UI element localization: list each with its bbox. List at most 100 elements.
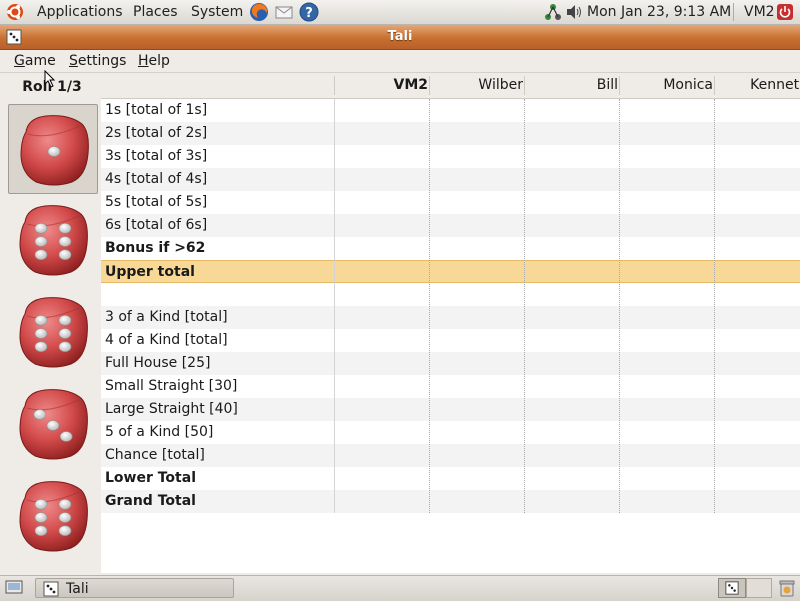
die-button-1[interactable] — [8, 104, 98, 194]
score-row-label: 4 of a Kind [total] — [105, 332, 228, 348]
score-row[interactable]: 1s [total of 1s] — [101, 99, 800, 122]
player-header-2: Wilber — [478, 77, 523, 93]
dice-panel: Roll 1/3 — [0, 73, 101, 573]
column-divider — [429, 99, 430, 513]
settings-menu[interactable]: Settings — [69, 53, 126, 69]
applications-menu[interactable]: Applications — [37, 3, 123, 21]
die-button-3[interactable] — [8, 287, 98, 377]
column-divider — [619, 99, 620, 513]
bottom-panel: Tali — [0, 575, 800, 601]
help-menu[interactable]: Help — [138, 53, 170, 69]
player-header-5: Kenneth — [750, 77, 800, 93]
score-row[interactable]: 5s [total of 5s] — [101, 191, 800, 214]
score-row-label: 4s [total of 4s] — [105, 171, 208, 187]
score-row[interactable]: 6s [total of 6s] — [101, 214, 800, 237]
workspace-1[interactable] — [718, 578, 746, 598]
score-row[interactable]: Bonus if >62 — [101, 237, 800, 260]
die-button-2[interactable] — [8, 195, 98, 285]
show-desktop-icon[interactable] — [5, 580, 23, 596]
die-1-icon — [20, 115, 89, 186]
score-row-label: 3s [total of 3s] — [105, 148, 208, 164]
power-icon[interactable] — [776, 3, 794, 21]
top-panel: Applications Places System ? Mon Jan 23,… — [0, 0, 800, 25]
score-row-label: Upper total — [105, 264, 195, 280]
header-separator — [334, 76, 335, 95]
header-separator — [524, 76, 525, 95]
svg-text:?: ? — [305, 6, 313, 21]
system-menu[interactable]: System — [191, 3, 243, 21]
scoreboard-header: VM2 Wilber Bill Monica Kenneth — [101, 73, 800, 99]
taskbar-tali-button[interactable]: Tali — [35, 578, 234, 598]
workspace-2[interactable] — [746, 578, 772, 598]
trash-icon[interactable] — [777, 578, 797, 598]
die-6-icon — [19, 297, 88, 368]
firefox-icon[interactable] — [248, 1, 270, 23]
score-row-label: Full House [25] — [105, 355, 211, 371]
score-row-label: Grand Total — [105, 493, 196, 509]
workspace-dice-icon — [725, 581, 739, 595]
mouse-pointer-icon — [44, 70, 56, 88]
die-3-icon — [19, 389, 88, 460]
die-6-icon — [19, 205, 88, 276]
network-icon[interactable] — [543, 2, 563, 22]
score-row-label: 5 of a Kind [50] — [105, 424, 214, 440]
scoreboard-empty-area — [101, 513, 800, 573]
score-row[interactable]: 3 of a Kind [total] — [101, 306, 800, 329]
score-row[interactable]: Upper total — [101, 260, 800, 283]
score-row-label: Large Straight [40] — [105, 401, 238, 417]
score-row[interactable]: 5 of a Kind [50] — [101, 421, 800, 444]
help-menu-mnemonic: H — [138, 53, 149, 69]
score-row[interactable]: 3s [total of 3s] — [101, 145, 800, 168]
settings-menu-label: ettings — [77, 53, 127, 69]
panel-separator — [733, 3, 734, 21]
scoreboard-table: 1s [total of 1s] 2s [total of 2s] 3s [tota… — [101, 99, 800, 513]
window-titlebar[interactable]: Tali — [0, 25, 800, 50]
game-menu[interactable]: Game — [14, 53, 56, 69]
player-header-3: Bill — [596, 77, 618, 93]
game-menu-label: ame — [24, 53, 56, 69]
score-row-label: Small Straight [30] — [105, 378, 238, 394]
score-row-label: Bonus if >62 — [105, 240, 206, 256]
score-row-label: 5s [total of 5s] — [105, 194, 208, 210]
score-row[interactable]: 2s [total of 2s] — [101, 122, 800, 145]
player-header-4: Monica — [663, 77, 713, 93]
score-row[interactable]: Large Straight [40] — [101, 398, 800, 421]
score-row-label: 6s [total of 6s] — [105, 217, 208, 233]
window-title: Tali — [387, 29, 413, 44]
score-row[interactable]: Grand Total — [101, 490, 800, 513]
taskbar-dice-icon — [43, 581, 59, 597]
score-row[interactable]: Lower Total — [101, 467, 800, 490]
die-button-5[interactable] — [8, 471, 98, 561]
score-row[interactable]: 4 of a Kind [total] — [101, 329, 800, 352]
score-row[interactable]: Full House [25] — [101, 352, 800, 375]
player-header-1: VM2 — [393, 77, 428, 93]
die-button-4[interactable] — [8, 379, 98, 469]
score-row-label: Lower Total — [105, 470, 196, 486]
score-row-label: 2s [total of 2s] — [105, 125, 208, 141]
game-menu-mnemonic: G — [14, 53, 25, 69]
score-row[interactable]: Chance [total] — [101, 444, 800, 467]
score-row-label: 1s [total of 1s] — [105, 102, 208, 118]
score-row[interactable]: Small Straight [30] — [101, 375, 800, 398]
score-row-label: Chance [total] — [105, 447, 205, 463]
column-divider — [524, 99, 525, 513]
settings-menu-mnemonic: S — [69, 53, 78, 69]
score-row[interactable] — [101, 283, 800, 306]
menu-bar: Game Settings Help — [0, 50, 800, 73]
score-row-label: 3 of a Kind [total] — [105, 309, 228, 325]
taskbar-tali-label: Tali — [66, 581, 89, 597]
column-divider — [334, 99, 335, 513]
user-name[interactable]: VM2 — [744, 3, 775, 21]
help-menu-label: elp — [148, 53, 170, 69]
column-divider — [714, 99, 715, 513]
volume-icon[interactable] — [565, 3, 583, 21]
die-6-icon — [19, 481, 88, 552]
header-separator — [619, 76, 620, 95]
places-menu[interactable]: Places — [133, 3, 178, 21]
help-icon[interactable]: ? — [298, 1, 320, 23]
score-row[interactable]: 4s [total of 4s] — [101, 168, 800, 191]
header-separator — [429, 76, 430, 95]
ubuntu-logo-icon[interactable] — [5, 2, 25, 22]
clock[interactable]: Mon Jan 23, 9:13 AM — [587, 3, 731, 21]
mail-icon[interactable] — [273, 1, 295, 23]
